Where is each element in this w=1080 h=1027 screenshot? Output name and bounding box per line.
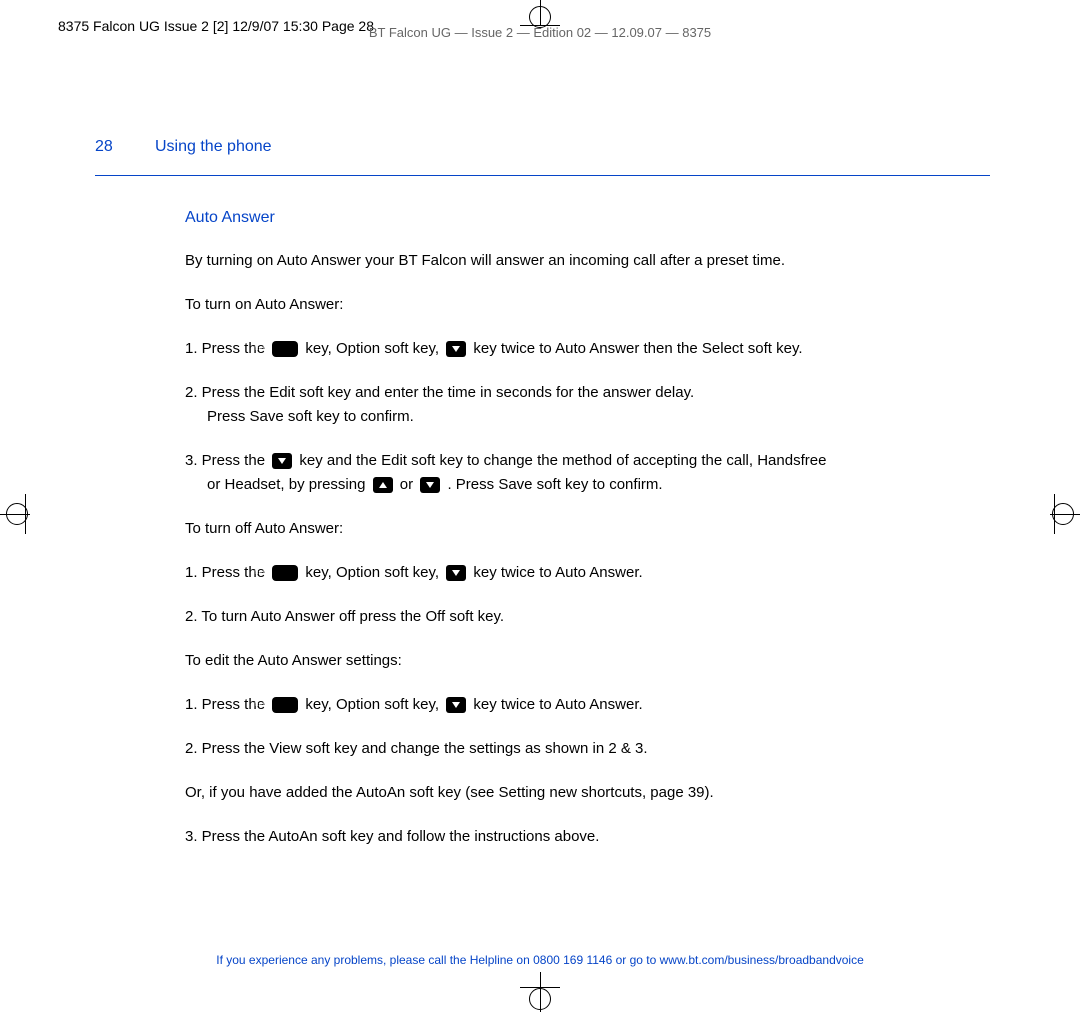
softkey-option: Option xyxy=(336,696,380,713)
text: soft key and change the settings as show… xyxy=(301,740,647,757)
turn-off-step-1: 1. Press the key, Option soft key, key t… xyxy=(185,561,990,585)
page-body: Auto Answer By turning on Auto Answer yo… xyxy=(185,205,990,869)
section-title: Using the phone xyxy=(155,138,272,156)
crop-circle-bottom xyxy=(529,988,551,1010)
text: . Press xyxy=(443,476,498,493)
text: soft key to confirm. xyxy=(533,476,663,493)
softkey-autoanswer: Auto Answer xyxy=(555,696,638,713)
text: or xyxy=(396,476,418,493)
turn-on-label: To turn on Auto Answer: xyxy=(185,293,990,317)
edit-step-1: 1. Press the key, Option soft key, key t… xyxy=(185,693,990,717)
text: key twice to xyxy=(469,564,555,581)
text: key twice to xyxy=(469,340,555,357)
subheading-auto-answer: Auto Answer xyxy=(185,205,990,231)
text: 2. Press the Edit soft key and enter the… xyxy=(185,384,694,401)
turn-on-step-3: 3. Press the key and the Edit soft key t… xyxy=(185,449,990,497)
print-meta-line: BT Falcon UG — Issue 2 — Edition 02 — 12… xyxy=(369,25,711,40)
turn-on-step-1: 1. Press the key, Option soft key, key t… xyxy=(185,337,990,361)
nav-down-icon xyxy=(272,453,292,469)
text: . xyxy=(639,564,643,581)
nav-down-icon xyxy=(446,341,466,357)
text: , by pressing xyxy=(280,476,369,493)
header-rule xyxy=(95,175,990,176)
turn-off-step-2: 2. To turn Auto Answer off press the Off… xyxy=(185,605,990,629)
text: 3. Press the xyxy=(185,452,269,469)
softkey-option: Option xyxy=(336,564,380,581)
turn-on-step-2: 2. Press the Edit soft key and enter the… xyxy=(185,381,990,429)
menu-icon xyxy=(272,697,298,713)
text: 2. Press the xyxy=(185,740,269,757)
text: 3. Press the xyxy=(185,828,268,845)
softkey-option: Option xyxy=(336,340,380,357)
edit-or-line: Or, if you have added the AutoAn soft ke… xyxy=(185,781,990,805)
nav-down-icon xyxy=(420,477,440,493)
page-number: 28 xyxy=(95,138,113,156)
menu-icon xyxy=(272,341,298,357)
text: soft key and follow the instructions abo… xyxy=(318,828,600,845)
softkey-autoan: AutoAn xyxy=(356,784,405,801)
text: soft key (see Setting new shortcuts, pag… xyxy=(405,784,714,801)
mode-headset: Headset xyxy=(225,476,281,493)
softkey-edit: Edit xyxy=(381,452,407,469)
print-job-line: 8375 Falcon UG Issue 2 [2] 12/9/07 15:30… xyxy=(58,18,374,34)
menu-icon xyxy=(272,565,298,581)
softkey-off: Off xyxy=(425,608,445,625)
text: soft key to change the method of accepti… xyxy=(407,452,757,469)
nav-up-icon xyxy=(373,477,393,493)
crop-circle-right xyxy=(1052,503,1074,525)
softkey-select: Select xyxy=(702,340,744,357)
mode-handsfree: Handsfree xyxy=(757,452,826,469)
softkey-autoanswer: Auto Answer xyxy=(555,340,639,357)
text: key, xyxy=(301,564,336,581)
text: key and the xyxy=(295,452,381,469)
edit-step-3: 3. Press the AutoAn soft key and follow … xyxy=(185,825,990,849)
softkey-save: Save xyxy=(498,476,532,493)
text: soft key. xyxy=(445,608,504,625)
text: . xyxy=(639,696,643,713)
text: soft key, xyxy=(380,696,443,713)
softkey-autoan: AutoAn xyxy=(268,828,317,845)
text: key, xyxy=(301,340,336,357)
edit-step-2: 2. Press the View soft key and change th… xyxy=(185,737,990,761)
text: key twice to xyxy=(469,696,555,713)
text: soft key, xyxy=(380,564,443,581)
nav-down-icon xyxy=(446,565,466,581)
footer-helpline: If you experience any problems, please c… xyxy=(216,953,864,967)
intro-para: By turning on Auto Answer your BT Falcon… xyxy=(185,249,990,273)
text: soft key. xyxy=(744,340,803,357)
text: Press xyxy=(207,408,250,425)
text: soft key, xyxy=(380,340,443,357)
text: soft key to confirm. xyxy=(284,408,414,425)
text: or xyxy=(207,476,225,493)
edit-label: To edit the Auto Answer settings: xyxy=(185,649,990,673)
softkey-save: Save xyxy=(250,408,284,425)
nav-down-icon xyxy=(446,697,466,713)
text: key, xyxy=(301,696,336,713)
turn-off-label: To turn off Auto Answer: xyxy=(185,517,990,541)
softkey-autoanswer: Auto Answer xyxy=(555,564,638,581)
crop-circle-left xyxy=(6,503,28,525)
text: 2. To turn Auto Answer off press the xyxy=(185,608,425,625)
text: Or, if you have added the xyxy=(185,784,356,801)
softkey-view: View xyxy=(269,740,301,757)
text: then the xyxy=(639,340,702,357)
